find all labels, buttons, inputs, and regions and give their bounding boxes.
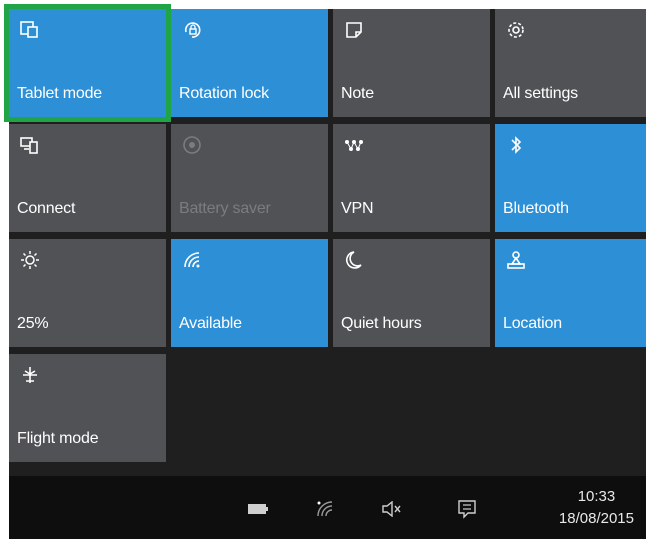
tile-label: 25% xyxy=(17,315,49,332)
battery-icon[interactable] xyxy=(247,498,269,520)
tile-brightness[interactable]: 25% xyxy=(9,239,166,347)
tablet-mode-icon xyxy=(19,19,41,41)
tile-quiet-hours[interactable]: Quiet hours xyxy=(333,239,490,347)
tile-label: Tablet mode xyxy=(17,85,102,102)
tile-rotation-lock[interactable]: Rotation lock xyxy=(171,9,328,117)
wifi-icon[interactable] xyxy=(314,498,336,520)
clock[interactable]: 10:33 18/08/2015 xyxy=(559,486,634,530)
tile-label: All settings xyxy=(503,85,578,102)
battery-saver-icon xyxy=(181,134,203,156)
tile-location[interactable]: Location xyxy=(495,239,646,347)
vpn-icon xyxy=(343,134,365,156)
location-icon xyxy=(505,249,527,271)
gear-icon xyxy=(505,19,527,41)
action-center-icon[interactable] xyxy=(456,498,478,520)
tile-label: Quiet hours xyxy=(341,315,422,332)
tile-label: Flight mode xyxy=(17,430,99,447)
rotation-lock-icon xyxy=(181,19,203,41)
airplane-icon xyxy=(19,364,41,386)
quick-actions-panel: Tablet mode Rotation lock Note All setti… xyxy=(4,4,646,539)
tile-bluetooth[interactable]: Bluetooth xyxy=(495,124,646,232)
note-icon xyxy=(343,19,365,41)
tile-label: VPN xyxy=(341,200,374,217)
tile-battery-saver[interactable]: Battery saver xyxy=(171,124,328,232)
tile-label: Connect xyxy=(17,200,76,217)
tile-all-settings[interactable]: All settings xyxy=(495,9,646,117)
tile-label: Rotation lock xyxy=(179,85,269,102)
bluetooth-icon xyxy=(505,134,527,156)
tile-tablet-mode[interactable]: Tablet mode xyxy=(4,4,171,122)
tile-label: Battery saver xyxy=(179,200,271,217)
tile-note[interactable]: Note xyxy=(333,9,490,117)
tile-connect[interactable]: Connect xyxy=(9,124,166,232)
tile-label: Available xyxy=(179,315,242,332)
tile-label: Note xyxy=(341,85,374,102)
brightness-icon xyxy=(19,249,41,271)
tile-label: Bluetooth xyxy=(503,200,569,217)
connect-icon xyxy=(19,134,41,156)
tile-vpn[interactable]: VPN xyxy=(333,124,490,232)
tile-wifi[interactable]: Available xyxy=(171,239,328,347)
wifi-icon xyxy=(181,249,203,271)
taskbar: 10:33 18/08/2015 xyxy=(9,476,646,539)
clock-date: 18/08/2015 xyxy=(558,510,634,527)
moon-icon xyxy=(343,249,365,271)
clock-time: 10:33 xyxy=(577,488,616,505)
speaker-muted-icon[interactable] xyxy=(381,498,403,520)
tile-flight-mode[interactable]: Flight mode xyxy=(9,354,166,462)
tile-label: Location xyxy=(503,315,562,332)
